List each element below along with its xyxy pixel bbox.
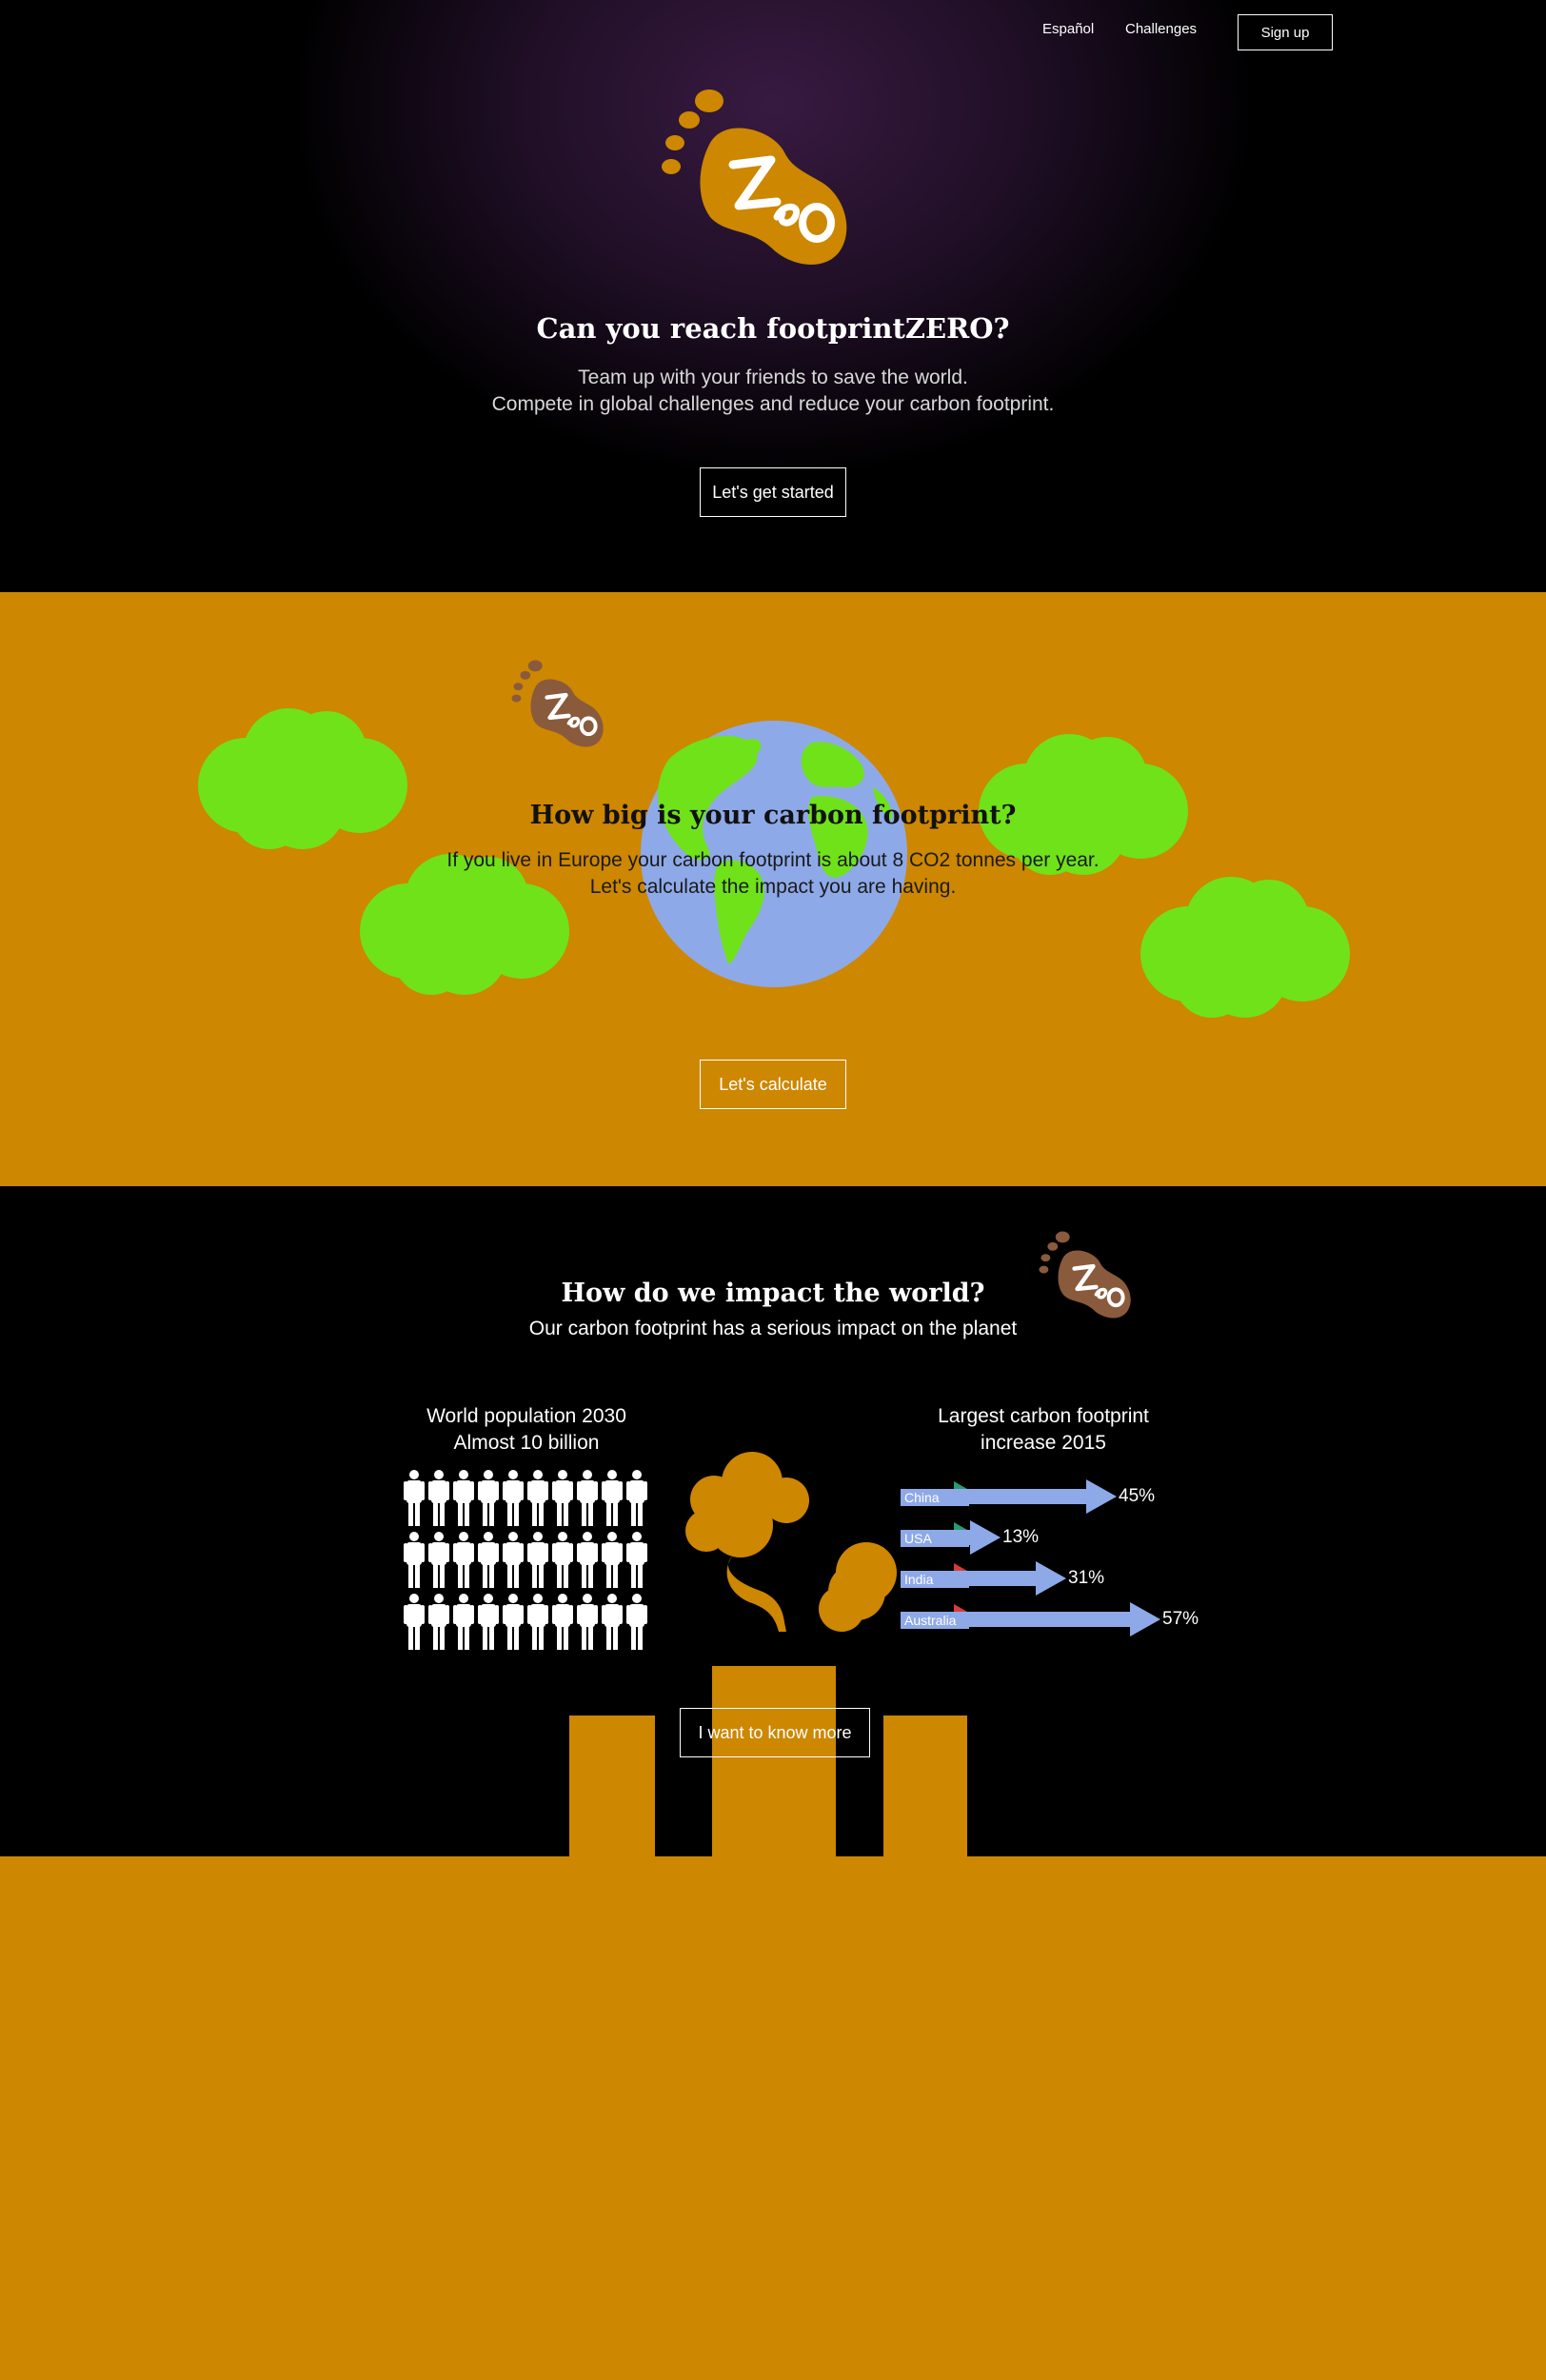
impact-section: How do we impact the world? Our carbon f… (0, 1186, 1546, 2100)
calculate-line-2: Let's calculate the impact you are havin… (589, 876, 957, 898)
increase-line-2: increase 2015 (981, 1432, 1106, 1454)
country-label: China (901, 1489, 969, 1506)
language-link[interactable]: Español (1042, 21, 1094, 37)
carbon-increase-chart: China 45% USA 13% India 31% Australia 57% (901, 1479, 1262, 1655)
hero-line-2: Compete in global challenges and reduce … (491, 393, 1055, 415)
increase-line-1: Largest carbon footprint (938, 1405, 1149, 1427)
footprint-logo-dark-icon (1039, 1231, 1131, 1319)
footprint-logo-icon (662, 89, 847, 265)
percent-label: 31% (1068, 1568, 1105, 1588)
person-icon (503, 1594, 524, 1650)
calculate-title: How big is your carbon footprint? (529, 801, 1017, 830)
person-icon (428, 1532, 449, 1588)
person-icon (428, 1594, 449, 1650)
cloud-left-top (198, 708, 407, 849)
signup-button[interactable]: Sign up (1238, 14, 1333, 50)
percent-label: 45% (1119, 1486, 1156, 1506)
footprint-logo-small-icon (511, 660, 604, 747)
person-icon (453, 1532, 474, 1588)
person-icon (503, 1532, 524, 1588)
hero-line-1: Team up with your friends to save the wo… (578, 367, 968, 388)
increase-arrow (954, 1561, 1066, 1596)
impact-title: How do we impact the world? (561, 1279, 985, 1308)
percent-label: 13% (1002, 1527, 1040, 1547)
person-icon (453, 1594, 474, 1650)
calculate-button[interactable]: Let's calculate (700, 1060, 846, 1109)
percent-label: 57% (1162, 1609, 1199, 1629)
person-icon (478, 1532, 499, 1588)
hero-section: Español Challenges Sign up Can you reach… (0, 0, 1546, 592)
country-label: Australia (901, 1612, 969, 1629)
hero-title: Can you reach footprintZERO? (536, 312, 1010, 345)
get-started-button[interactable]: Let's get started (700, 467, 846, 517)
population-line-1: World population 2030 (426, 1405, 626, 1427)
person-icon (478, 1594, 499, 1650)
person-icon (428, 1470, 449, 1526)
increase-arrow (954, 1479, 1117, 1514)
calculate-line-1: If you live in Europe your carbon footpr… (446, 849, 1100, 871)
calculate-section: How big is your carbon footprint? If you… (0, 592, 1546, 1186)
person-icon (404, 1470, 425, 1526)
country-label: India (901, 1571, 969, 1588)
person-icon (404, 1532, 425, 1588)
know-more-button[interactable]: I want to know more (680, 1708, 870, 1757)
increase-title: Largest carbon footprint increase 2015 (891, 1403, 1196, 1457)
person-icon (453, 1470, 474, 1526)
challenges-link[interactable]: Challenges (1125, 21, 1197, 37)
impact-subtitle: Our carbon footprint has a serious impac… (528, 1318, 1018, 1339)
person-icon (503, 1470, 524, 1526)
person-icon (404, 1594, 425, 1650)
footer-area (0, 1856, 1546, 2380)
person-icon (478, 1470, 499, 1526)
country-label: USA (901, 1530, 969, 1547)
